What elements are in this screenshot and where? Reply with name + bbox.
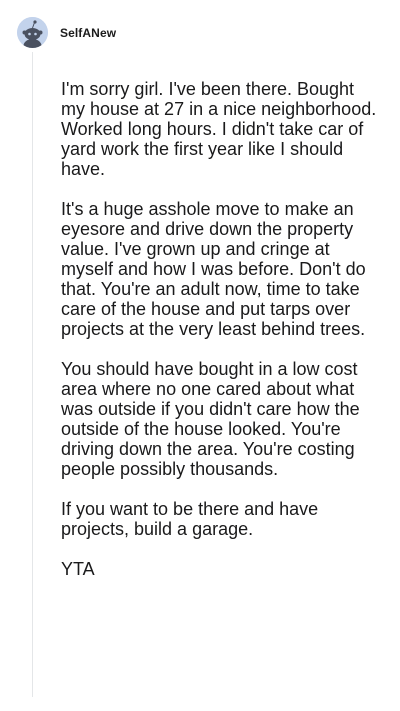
comment-verdict: YTA [61,559,95,579]
thread-line[interactable] [32,52,33,697]
username[interactable]: SelfANew [60,26,116,40]
comment-paragraph: It's a huge asshole move to make an eyes… [61,199,366,339]
comment-paragraph: If you want to be there and have project… [61,499,319,539]
snoo-avatar-icon [17,17,48,48]
comment: SelfANew I'm sorry girl. I've been there… [0,0,400,711]
comment-paragraph: You should have bought in a low cost are… [61,359,360,479]
avatar[interactable] [17,17,48,48]
comment-paragraph: I'm sorry girl. I've been there. Bought … [61,79,377,179]
comment-body: I'm sorry girl. I've been there. Bought … [61,79,381,599]
